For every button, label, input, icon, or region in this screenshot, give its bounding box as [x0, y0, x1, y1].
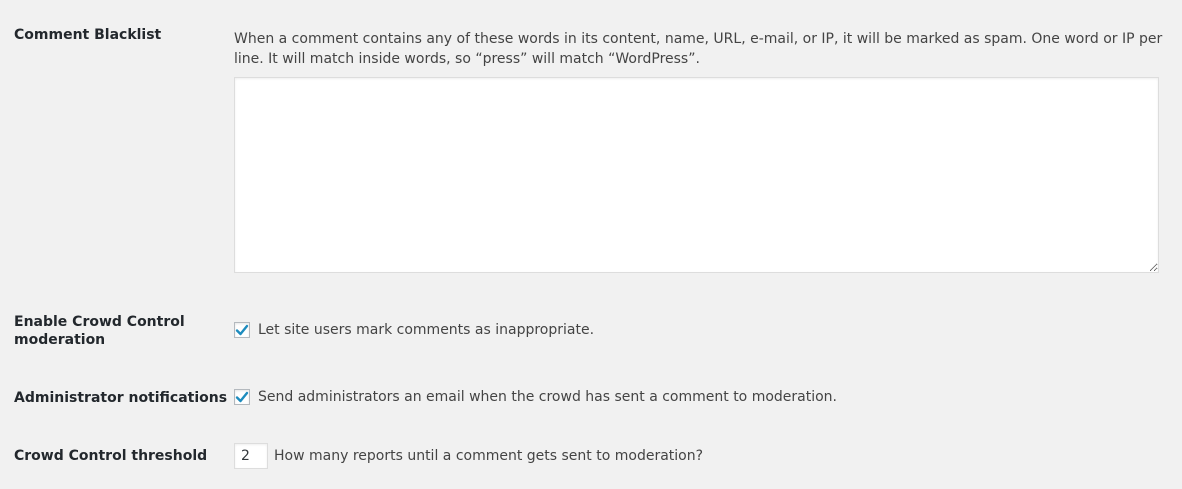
threshold-label: Crowd Control threshold	[14, 448, 208, 464]
admin-notifications-label: Administrator notifications	[14, 390, 228, 406]
checkmark-icon	[235, 391, 249, 403]
threshold-input[interactable]	[234, 443, 268, 469]
admin-notifications-option: Send administrators an email when the cr…	[234, 387, 837, 407]
comment-blacklist-label: Comment Blacklist	[14, 27, 162, 43]
threshold-option: How many reports until a comment gets se…	[234, 443, 703, 469]
crowd-control-label-line1: Enable Crowd Control	[14, 314, 185, 330]
admin-notifications-checkbox[interactable]	[234, 389, 250, 405]
threshold-hint: How many reports until a comment gets se…	[274, 448, 704, 464]
comment-blacklist-description: When a comment contains any of these wor…	[234, 31, 1163, 67]
crowd-control-option: Let site users mark comments as inapprop…	[234, 320, 594, 340]
admin-notifications-checkbox-label[interactable]: Send administrators an email when the cr…	[258, 387, 837, 407]
comment-blacklist-textarea[interactable]	[234, 77, 1159, 273]
crowd-control-label-line2: moderation	[14, 332, 106, 348]
crowd-control-checkbox[interactable]	[234, 322, 250, 338]
crowd-control-checkbox-label[interactable]: Let site users mark comments as inapprop…	[258, 320, 594, 340]
checkmark-icon	[235, 324, 249, 336]
crowd-control-label: Enable Crowd Control moderation	[14, 313, 185, 349]
